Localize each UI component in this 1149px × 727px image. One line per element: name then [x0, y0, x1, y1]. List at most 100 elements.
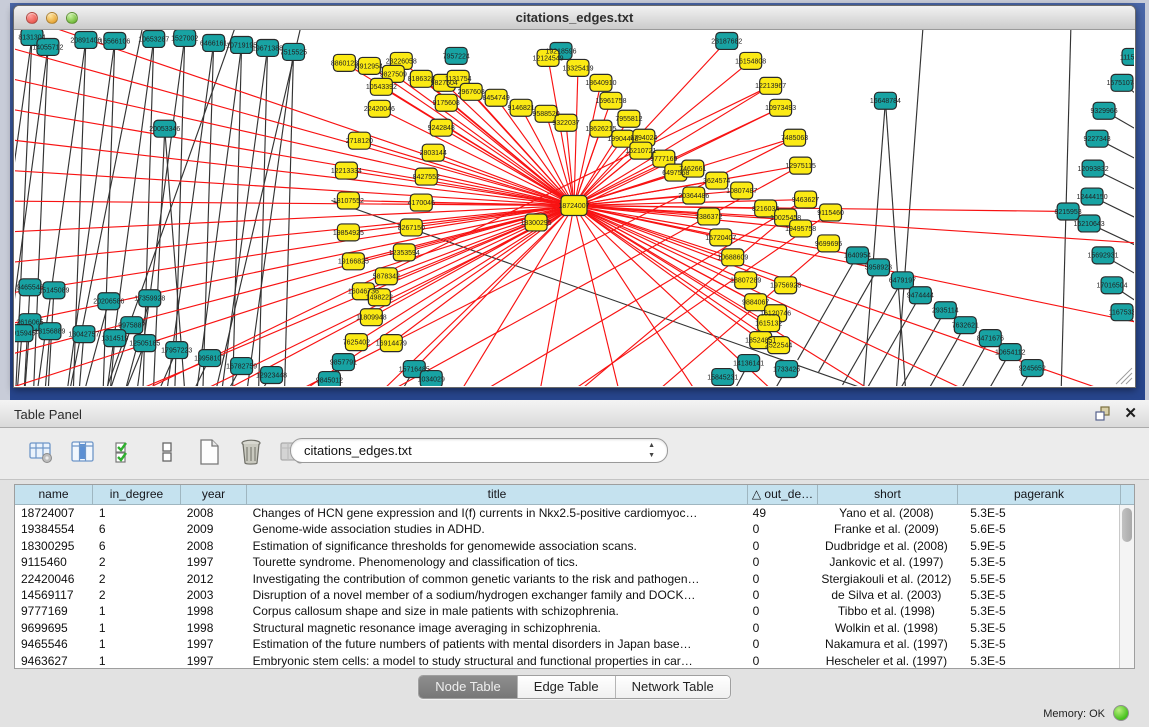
- graph-node-label: 23226058: [386, 58, 417, 65]
- scrollbar-thumb[interactable]: [1122, 508, 1132, 542]
- graph-edge: [860, 101, 885, 386]
- cell-short: de Silva et al. (2003): [817, 587, 957, 603]
- column-header-out_de[interactable]: △ out_de…: [748, 485, 818, 504]
- column-header-in_degree[interactable]: in_degree: [93, 485, 181, 504]
- graph-node-label: 1733426: [773, 366, 800, 373]
- cell-in_degree: 6: [93, 521, 181, 537]
- table-row[interactable]: 969969511998Structural magnetic resonanc…: [15, 620, 1119, 636]
- cell-in_degree: 2: [93, 587, 181, 603]
- table-chooser-dropdown[interactable]: citations_edges.txt ▲▼: [290, 438, 668, 463]
- graph-node-label: 1314519: [101, 336, 128, 343]
- graph-node-label: 9175608: [433, 100, 460, 107]
- graph-node-label: 10688609: [717, 255, 748, 262]
- cell-out_de: 0: [747, 587, 817, 603]
- graph-node-label: 9845012: [316, 377, 343, 384]
- network-window-titlebar[interactable]: citations_edges.txt: [14, 6, 1135, 30]
- graph-node-label: 18107552: [333, 198, 364, 205]
- column-header-name[interactable]: name: [15, 485, 93, 504]
- memory-ok-indicator[interactable]: [1113, 705, 1129, 721]
- table-row[interactable]: 1830029562008Estimation of significance …: [15, 538, 1119, 554]
- graph-node-label: 1527002: [171, 35, 198, 42]
- graph-node-label: 13626215: [585, 126, 616, 133]
- cell-in_degree: 1: [93, 505, 181, 521]
- column-header-title[interactable]: title: [247, 485, 748, 504]
- graph-node-label: 1640954: [844, 253, 871, 260]
- cell-year: 2003: [181, 587, 247, 603]
- new-table-icon[interactable]: [194, 436, 224, 468]
- column-header-pagerank[interactable]: pagerank: [958, 485, 1121, 504]
- graph-node-label: 7485063: [781, 135, 808, 142]
- graph-edge: [15, 206, 574, 341]
- table-row[interactable]: 946362711997Embryonic stem cells: a mode…: [15, 653, 1119, 668]
- cell-pagerank: 5.3E-5: [956, 636, 1119, 652]
- network-canvas[interactable]: 8131304140557122089140616566106106532871…: [15, 30, 1134, 386]
- graph-node-label: 7955812: [615, 116, 642, 123]
- table-row[interactable]: 911546021997Tourette syndrome. Phenomeno…: [15, 554, 1119, 570]
- cell-year: 1998: [181, 603, 247, 619]
- graph-node-label: 19958107: [194, 355, 225, 362]
- vertical-scrollbar[interactable]: [1119, 505, 1134, 668]
- rows-icon[interactable]: [152, 436, 182, 468]
- cell-title: Genome-wide association studies in ADHD.: [247, 521, 747, 537]
- graph-node-label: 18640910: [585, 80, 616, 87]
- graph-edge: [843, 280, 903, 385]
- graph-node-label: 1131754: [445, 76, 472, 83]
- graph-edge: [798, 255, 858, 360]
- graph-node-label: 2803144: [420, 150, 447, 157]
- graph-node-label: 3624574: [703, 178, 730, 185]
- table-row[interactable]: 977716911998Corpus callosum shape and si…: [15, 603, 1119, 619]
- graph-node-label: 12213967: [755, 83, 786, 90]
- resize-grip[interactable]: [1116, 368, 1132, 384]
- tab-edge-table[interactable]: Edge Table: [518, 676, 616, 698]
- graph-node-label: 13325419: [562, 65, 593, 72]
- citation-network-graph[interactable]: 8131304140557122089140616566106106532871…: [15, 30, 1134, 386]
- table-row[interactable]: 1456911722003Disruption of a novel membe…: [15, 587, 1119, 603]
- table-row[interactable]: 946554611997Estimation of the future num…: [15, 636, 1119, 652]
- network-window[interactable]: citations_edges.txt 81313041405571220891…: [13, 5, 1136, 388]
- graph-edge: [15, 206, 574, 306]
- cell-out_de: 49: [747, 505, 817, 521]
- table-body: 1872400712008Changes of HCN gene express…: [15, 505, 1119, 668]
- graph-node-label: 12975115: [785, 163, 816, 170]
- graph-node-label: 1034029: [418, 376, 445, 383]
- column-checklist-icon[interactable]: [110, 436, 140, 468]
- cell-out_de: 0: [747, 653, 817, 668]
- graph-node-label: 18724007: [558, 203, 589, 210]
- graph-node-label: 20364486: [678, 193, 709, 200]
- cell-out_de: 0: [747, 521, 817, 537]
- graph-edge: [207, 30, 312, 386]
- select-columns-icon[interactable]: [68, 436, 98, 468]
- graph-node-label: 8267150: [398, 225, 425, 232]
- graph-node-label: 5878342: [373, 274, 400, 281]
- graph-node-label: 2522544: [765, 343, 792, 350]
- close-panel-icon[interactable]: ✕: [1124, 405, 1137, 423]
- cell-pagerank: 5.3E-5: [956, 554, 1119, 570]
- graph-node-label: 8912954: [356, 63, 383, 70]
- graph-node-label: 7462661: [679, 166, 706, 173]
- graph-node-label: 16566106: [99, 38, 130, 45]
- graph-node-label: 8860123: [331, 60, 358, 67]
- graph-node-label: 15145089: [38, 288, 69, 295]
- table-chooser-value: citations_edges.txt: [304, 443, 412, 458]
- graph-node-label: 9242848: [428, 125, 455, 132]
- column-header-short[interactable]: short: [818, 485, 958, 504]
- graph-node-label: 13042757: [68, 332, 99, 339]
- tab-node-table[interactable]: Node Table: [419, 676, 518, 698]
- graph-node-label: 19854925: [333, 230, 364, 237]
- tab-network-table[interactable]: Network Table: [616, 676, 730, 698]
- cell-short: Tibbo et al. (1998): [817, 603, 957, 619]
- graph-node-label: 13156889: [34, 329, 65, 336]
- float-panel-icon[interactable]: [1094, 405, 1112, 423]
- dropdown-stepper-icon[interactable]: ▲▼: [648, 441, 655, 461]
- graph-node-label: 10973493: [765, 105, 796, 112]
- table-row[interactable]: 1872400712008Changes of HCN gene express…: [15, 505, 1119, 521]
- graph-node-label: 22420046: [364, 106, 395, 113]
- table-settings-icon[interactable]: [26, 436, 56, 468]
- column-header-year[interactable]: year: [181, 485, 247, 504]
- table-row[interactable]: 2242004622012Investigating the contribut…: [15, 571, 1119, 587]
- graph-node-label: 16120746: [760, 311, 791, 318]
- cell-out_de: 0: [747, 571, 817, 587]
- graph-node-label: 16648784: [870, 98, 901, 105]
- delete-table-icon[interactable]: [236, 436, 266, 468]
- table-row[interactable]: 1938455462009Genome-wide association stu…: [15, 521, 1119, 537]
